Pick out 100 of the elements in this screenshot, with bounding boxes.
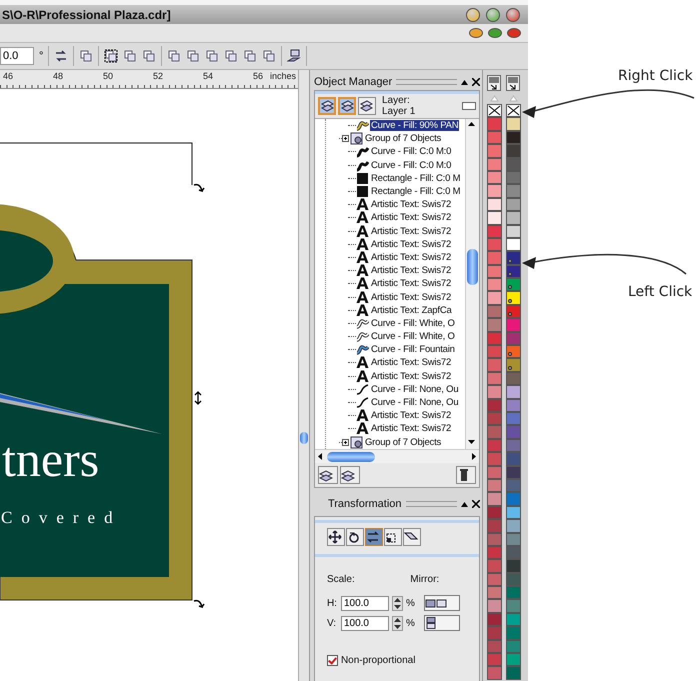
color-swatch[interactable] [506, 358, 522, 372]
color-swatch[interactable] [506, 546, 522, 560]
palette-flyout-button[interactable] [487, 75, 502, 91]
color-swatch[interactable] [506, 412, 522, 426]
color-swatch[interactable] [506, 158, 522, 171]
tree-item[interactable]: Curve - Fill: C:0 M:0 [370, 146, 452, 158]
color-swatch[interactable] [506, 586, 522, 600]
new-master-layer-button[interactable] [340, 466, 360, 484]
color-swatch[interactable] [487, 345, 502, 358]
scale-tab[interactable] [364, 528, 383, 546]
tree-item[interactable]: Curve - Fill: 90% PAN [370, 120, 460, 132]
ungroup-icon[interactable] [123, 49, 138, 63]
minimize-button[interactable] [466, 8, 480, 22]
layer-manager-button[interactable] [358, 97, 376, 115]
horizontal-scrollbar[interactable] [314, 449, 480, 463]
color-swatch[interactable] [487, 158, 502, 171]
color-swatch[interactable] [506, 184, 522, 198]
color-swatch[interactable] [487, 612, 502, 626]
mirror-horizontal-button[interactable] [424, 595, 460, 611]
rotate-handle-icon[interactable] [193, 184, 205, 192]
color-swatch[interactable] [506, 198, 522, 212]
color-swatch[interactable] [506, 572, 522, 586]
maximize-button[interactable] [486, 8, 500, 22]
color-swatch[interactable] [487, 506, 502, 520]
skew-tab[interactable] [402, 528, 421, 546]
color-swatch[interactable] [506, 466, 522, 479]
mirror-vertical-button[interactable] [424, 615, 460, 631]
tree-item[interactable]: Curve - Fill: None, Ou [370, 384, 460, 395]
color-swatch[interactable] [487, 211, 502, 225]
tree-item[interactable]: Curve - Fill: White, O [370, 331, 456, 342]
color-swatch[interactable] [487, 372, 502, 386]
tree-item[interactable]: Curve - Fill: None, Ou [370, 397, 460, 408]
tree-item[interactable]: Artistic Text: Swis72 [370, 423, 452, 434]
tree-item[interactable]: Artistic Text: Swis72 [370, 199, 452, 210]
color-swatch[interactable] [506, 117, 522, 131]
palette-flyout-button[interactable] [506, 75, 520, 91]
color-swatch[interactable] [506, 599, 522, 613]
scale-field[interactable]: 100.0 [340, 596, 389, 610]
color-swatch[interactable] [487, 532, 502, 546]
color-swatch[interactable] [487, 586, 502, 600]
tree-item[interactable]: Artistic Text: Swis72 [370, 278, 452, 290]
color-swatch[interactable] [487, 117, 502, 131]
color-swatch[interactable] [487, 466, 502, 479]
rotate-tab[interactable] [346, 528, 364, 546]
layer-menu-button[interactable] [462, 102, 476, 110]
color-swatch[interactable] [487, 492, 502, 506]
color-swatch[interactable] [506, 130, 522, 144]
color-swatch[interactable] [506, 532, 522, 546]
new-layer-button[interactable] [318, 466, 338, 484]
layers-icon-button[interactable] [318, 97, 336, 115]
collapse-icon[interactable] [461, 80, 468, 84]
rotate-handle-icon[interactable] [193, 600, 205, 608]
tree-item[interactable]: Artistic Text: Swis72 [370, 410, 452, 422]
color-swatch[interactable] [506, 666, 522, 680]
ungroup-all-icon[interactable] [142, 49, 156, 63]
overlapping-squares-icon[interactable] [79, 49, 94, 63]
color-swatch[interactable] [506, 304, 522, 318]
color-swatch[interactable] [506, 653, 522, 666]
color-swatch[interactable] [487, 358, 502, 372]
document-restore-button[interactable] [488, 28, 502, 38]
tree-item[interactable]: Curve - Fill: Fountain [370, 344, 456, 356]
expand-toggle[interactable] [342, 135, 349, 142]
scrollbar-thumb[interactable] [467, 249, 478, 285]
color-swatch[interactable] [506, 398, 522, 412]
color-swatch[interactable] [487, 170, 502, 184]
spinner-icon[interactable] [392, 596, 403, 610]
color-swatch[interactable] [487, 478, 502, 492]
color-swatch[interactable] [487, 519, 502, 532]
tree-item[interactable]: Artistic Text: Swis72 [370, 212, 452, 224]
tree-item[interactable]: Group of 7 Objects [364, 436, 442, 448]
close-button[interactable] [506, 8, 520, 22]
weld-icon[interactable] [167, 49, 182, 63]
color-swatch[interactable] [506, 640, 522, 654]
color-swatch[interactable] [506, 492, 522, 506]
color-swatch[interactable] [506, 425, 522, 439]
color-swatch[interactable] [506, 291, 522, 305]
size-tab[interactable] [384, 528, 402, 546]
document-minimize-button[interactable] [469, 28, 483, 38]
color-swatch[interactable] [506, 238, 522, 252]
color-swatch[interactable] [487, 238, 502, 252]
color-swatch[interactable] [506, 372, 522, 386]
color-swatch[interactable] [506, 211, 522, 225]
tree-item[interactable]: Artistic Text: Swis72 [370, 292, 452, 303]
scrollbar-thumb[interactable] [300, 432, 308, 444]
color-swatch[interactable] [487, 198, 502, 212]
color-swatch[interactable] [487, 130, 502, 144]
back-minus-front-icon[interactable] [262, 49, 276, 63]
color-swatch[interactable] [487, 318, 502, 332]
color-swatch[interactable] [506, 506, 522, 520]
color-swatch[interactable] [487, 666, 502, 680]
color-swatch[interactable] [487, 452, 502, 466]
color-swatch[interactable] [506, 478, 522, 492]
color-swatch[interactable] [487, 224, 502, 238]
color-swatch[interactable] [487, 291, 502, 305]
color-swatch[interactable] [506, 559, 522, 573]
checkbox[interactable] [326, 655, 338, 666]
color-swatch[interactable] [487, 626, 502, 640]
tree-item[interactable]: Artistic Text: Swis72 [370, 357, 452, 368]
front-minus-back-icon[interactable] [243, 49, 258, 63]
color-swatch[interactable] [487, 559, 502, 573]
